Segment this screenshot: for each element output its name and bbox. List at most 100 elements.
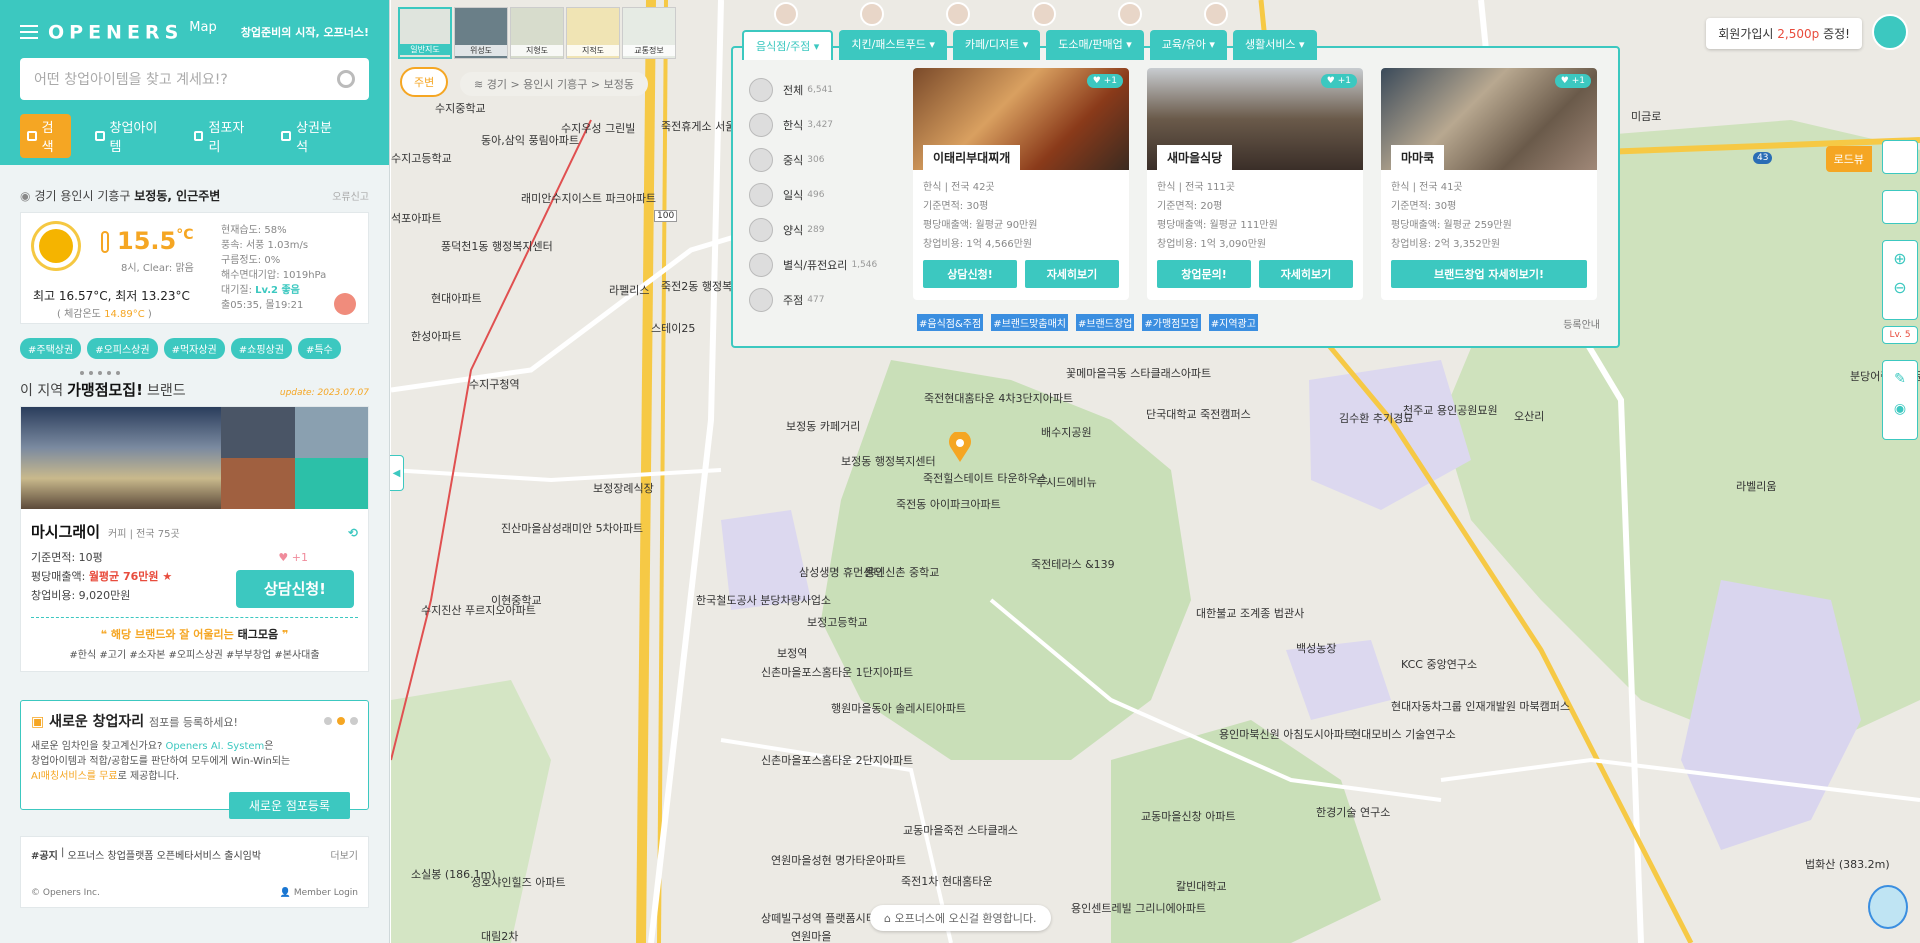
map-label: 천주교 용인공원묘원 bbox=[1403, 404, 1498, 417]
category-chicken[interactable]: 치킨/패스트푸드 ▾ bbox=[839, 30, 947, 60]
area-tag[interactable]: #오피스상권 bbox=[87, 338, 158, 359]
logo[interactable]: OPENERS Map bbox=[48, 20, 217, 43]
map-label: 단국대학교 죽전캠퍼스 bbox=[1146, 408, 1251, 421]
panel-tag[interactable]: #음식점&주점 bbox=[917, 314, 984, 331]
roadview-button[interactable]: 로드뷰 bbox=[1825, 146, 1872, 172]
map-type-traffic[interactable]: 교통정보 bbox=[622, 7, 676, 59]
ruler-icon[interactable]: ✎ bbox=[1883, 361, 1917, 387]
sub-category-item[interactable]: 한식 3,427 bbox=[749, 107, 877, 142]
tab-search[interactable]: 검색 bbox=[20, 114, 71, 158]
panel-tag[interactable]: #브랜드맞춤매치 bbox=[991, 314, 1068, 331]
sub-category-item[interactable]: 주점 477 bbox=[749, 282, 877, 317]
nearby-button[interactable]: 주변 bbox=[400, 67, 449, 97]
notice-text[interactable]: 오프너스 창업플랫폼 오픈베타서비스 출시임박 bbox=[68, 847, 262, 862]
area-tags: #주택상권 #오피스상권 #먹자상권 #쇼핑상권 #특수 bbox=[20, 338, 369, 359]
sub-category-item[interactable]: 양식 289 bbox=[749, 212, 877, 247]
category-panel: 전체 6,541 한식 3,427 중식 306 일식 496 양식 289 별식/퓨전요… bbox=[731, 46, 1620, 348]
signup-banner[interactable]: 회원가입시 2,500p 증정! bbox=[1706, 18, 1862, 49]
carousel-dots[interactable] bbox=[324, 717, 358, 725]
capture-icon[interactable] bbox=[1882, 190, 1918, 224]
sub-category-item[interactable]: 전체 6,541 bbox=[749, 72, 877, 107]
area-tag[interactable]: #쇼핑상권 bbox=[230, 338, 292, 359]
category-bar: 음식점/주점 ▾ 치킨/패스트푸드 ▾ 카페/디저트 ▾ 도소매/판매업 ▾ 교… bbox=[742, 30, 1317, 60]
collapse-sidebar-button[interactable]: ◀ bbox=[390, 455, 404, 491]
category-retail[interactable]: 도소매/판매업 ▾ bbox=[1046, 30, 1144, 60]
menu-icon[interactable] bbox=[20, 25, 38, 39]
brand-card[interactable]: ♥ +1 이태리부대찌개 한식 | 전국 42곳 기준면적: 30평 평당매출액: … bbox=[913, 68, 1129, 300]
refresh-icon[interactable]: ⟲ bbox=[348, 526, 358, 540]
tab-analysis[interactable]: 상권분석 bbox=[281, 117, 341, 155]
consult-button[interactable]: 상담신청! bbox=[236, 570, 354, 608]
map-label: 루시드에비뉴 bbox=[1036, 476, 1097, 489]
zoom-out-icon[interactable]: ⊖ bbox=[1883, 268, 1917, 297]
roadview-icon[interactable] bbox=[1882, 140, 1918, 174]
tools-control[interactable]: ✎ ◉ bbox=[1882, 360, 1918, 440]
sidebar-header: OPENERS Map 창업준비의 시작, 오프너스! 어떤 창업아이템을 찾고 … bbox=[0, 0, 389, 165]
user-icon[interactable] bbox=[1872, 14, 1908, 50]
register-store-button[interactable]: 새로운 점포등록 bbox=[228, 792, 350, 819]
zoom-in-icon[interactable]: ⊕ bbox=[1883, 241, 1917, 268]
brand-image[interactable]: ♥ +1 새마을식당 bbox=[1147, 68, 1363, 170]
heart-icon[interactable]: ♥ +1 bbox=[1554, 74, 1591, 88]
brand-card[interactable]: ♥ +1 새마을식당 한식 | 전국 111곳 기준면적: 20평 평당매출액: 월… bbox=[1147, 68, 1363, 300]
more-link[interactable]: 더보기 bbox=[330, 847, 358, 862]
heart-icon[interactable]: ♥ +1 bbox=[1086, 74, 1123, 88]
panel-tag[interactable]: #지역광고 bbox=[1208, 314, 1258, 331]
target-icon[interactable]: ◉ bbox=[1883, 387, 1917, 417]
shop-icon bbox=[94, 131, 105, 141]
brand-image[interactable] bbox=[21, 407, 368, 509]
sub-category-item[interactable]: 일식 496 bbox=[749, 177, 877, 212]
map-label: 교동마을신창 아파트 bbox=[1141, 810, 1236, 823]
panel-tag[interactable]: #가맹점모집 bbox=[1142, 314, 1201, 331]
detail-button[interactable]: 자세히보기 bbox=[1025, 260, 1119, 288]
area-tag[interactable]: #먹자상권 bbox=[163, 338, 225, 359]
register-guide-link[interactable]: 등록안내 bbox=[1563, 316, 1600, 331]
zoom-control[interactable]: ⊕ ⊖ bbox=[1882, 240, 1918, 320]
category-cafe[interactable]: 카페/디저트 ▾ bbox=[952, 30, 1041, 60]
map-label: 성호샤인힐즈 아파트 bbox=[471, 876, 566, 889]
brand-hashtags: #한식 #고기 #소자본 #오피스상권 #부부창업 #본사대출 bbox=[69, 650, 320, 661]
feel-temp: ( 체감온도 14.89°C ) bbox=[57, 309, 152, 320]
area-tag[interactable]: #주택상권 bbox=[20, 338, 82, 359]
brand-card[interactable]: 마시그래이 커피 | 전국 75곳 ⟲ 기준면적: 10평 평당매출액: 월평균… bbox=[20, 406, 369, 672]
map-type-switcher: 일반지도 위성도 지형도 지적도 교통정보 bbox=[398, 7, 678, 59]
map-type-normal[interactable]: 일반지도 bbox=[398, 7, 452, 59]
member-login-link[interactable]: 👤 Member Login bbox=[280, 888, 358, 898]
retail-icon bbox=[1032, 2, 1056, 26]
detail-button[interactable]: 자세히보기 bbox=[1259, 260, 1353, 288]
panel-tag[interactable]: #브랜드창업 bbox=[1075, 314, 1135, 331]
western-food-icon bbox=[749, 217, 773, 242]
carousel-dots[interactable] bbox=[80, 371, 369, 375]
map-label: 죽전테라스 &139 bbox=[1031, 558, 1115, 571]
map-label: KCC 중앙연구소 bbox=[1401, 658, 1478, 671]
heart-icon[interactable]: ♥ +1 bbox=[278, 548, 308, 567]
road-number: 100 bbox=[654, 210, 678, 222]
brand-image[interactable]: ♥ +1 이태리부대찌개 bbox=[913, 68, 1129, 170]
tab-stores[interactable]: 점포자리 bbox=[193, 117, 254, 155]
chatbot-icon[interactable] bbox=[1868, 885, 1908, 929]
tab-items[interactable]: 창업아이템 bbox=[94, 117, 166, 155]
brand-card[interactable]: ♥ +1 마마쿡 한식 | 전국 41곳 기준면적: 30평 평당매출액: 월평균 … bbox=[1381, 68, 1597, 300]
sub-category-item[interactable]: 중식 306 bbox=[749, 142, 877, 177]
inquiry-button[interactable]: 창업문의! bbox=[1157, 260, 1251, 288]
report-link[interactable]: 오류신고 bbox=[332, 188, 369, 203]
brand-image[interactable]: ♥ +1 마마쿡 bbox=[1381, 68, 1597, 170]
heart-icon[interactable]: ♥ +1 bbox=[1320, 74, 1357, 88]
map-type-terrain[interactable]: 지형도 bbox=[510, 7, 564, 59]
location-pin-icon[interactable] bbox=[947, 432, 973, 462]
area-tag[interactable]: #특수 bbox=[297, 338, 341, 359]
map-label: 보정동 카페거리 bbox=[786, 420, 861, 433]
map-type-cadastral[interactable]: 지적도 bbox=[566, 7, 620, 59]
brand-detail-button[interactable]: 브랜드창업 자세히보기! bbox=[1391, 260, 1587, 288]
map-type-satellite[interactable]: 위성도 bbox=[454, 7, 508, 59]
category-education[interactable]: 교육/유아 ▾ bbox=[1149, 30, 1227, 60]
map-label: 수지우성 그린빌 bbox=[561, 122, 636, 135]
map-label: 수지진산 푸르지오아파트 bbox=[421, 604, 536, 617]
sub-category-item[interactable]: 별식/퓨전요리 1,546 bbox=[749, 247, 877, 282]
category-service[interactable]: 생활서비스 ▾ bbox=[1232, 30, 1317, 60]
location-search-icon[interactable] bbox=[337, 70, 355, 88]
consult-button[interactable]: 상담신청! bbox=[923, 260, 1017, 288]
search-input[interactable]: 어떤 창업아이템을 찾고 계세요!? bbox=[20, 58, 369, 100]
education-icon bbox=[1118, 2, 1142, 26]
category-food[interactable]: 음식점/주점 ▾ bbox=[742, 30, 834, 60]
